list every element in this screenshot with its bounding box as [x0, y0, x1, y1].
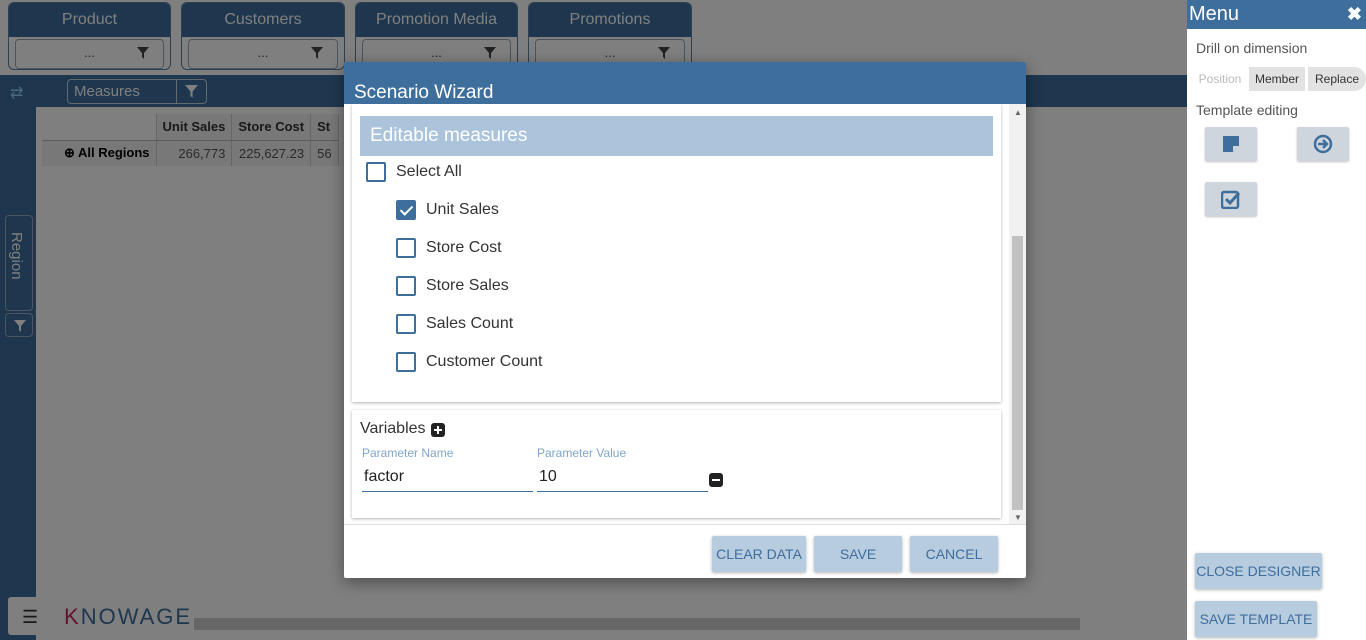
scroll-down-arrow-icon[interactable]: ▼ — [1014, 513, 1022, 522]
cancel-button[interactable]: CANCEL — [910, 536, 998, 572]
checkbox-label: Sales Count — [426, 315, 514, 332]
variables-title: Variables — [360, 420, 426, 437]
save-button[interactable]: SAVE — [814, 536, 902, 572]
save-template-button[interactable]: SAVE TEMPLATE — [1195, 601, 1317, 637]
checkbox-box[interactable] — [396, 238, 416, 258]
checkbox-label: Store Sales — [426, 277, 509, 294]
scenario-wizard-dialog: Scenario Wizard Editable measures Select… — [344, 62, 1026, 578]
edit-check-button[interactable] — [1205, 182, 1257, 216]
parameter-value-label: Parameter Value — [537, 446, 627, 460]
parameter-value-input[interactable] — [537, 462, 708, 492]
checkbox-label: Select All — [396, 163, 462, 180]
dialog-title: Scenario Wizard — [344, 62, 1026, 104]
drill-mode-toggle: Position Member Replace — [1195, 67, 1366, 91]
checkbox-box[interactable] — [396, 200, 416, 220]
checkbox-box[interactable] — [396, 314, 416, 334]
scroll-up-arrow-icon[interactable]: ▲ — [1014, 108, 1022, 117]
dialog-content: Editable measures Select All Unit Sales … — [344, 104, 1026, 524]
dialog-footer: CLEAR DATA SAVE CANCEL — [344, 524, 1026, 578]
drill-position-option[interactable]: Position — [1195, 67, 1245, 91]
drill-replace-option[interactable]: Replace — [1308, 67, 1366, 91]
checkbox-label: Store Cost — [426, 239, 502, 256]
close-designer-button[interactable]: CLOSE DESIGNER — [1195, 553, 1322, 589]
clear-data-button[interactable]: CLEAR DATA — [712, 536, 806, 572]
checkbox-box[interactable] — [396, 276, 416, 296]
editable-measures-card: Editable measures Select All Unit Sales … — [352, 104, 1001, 402]
section-title: Editable measures — [360, 116, 993, 156]
checkbox-box[interactable] — [396, 352, 416, 372]
navigate-button[interactable] — [1297, 127, 1349, 161]
add-variable-icon[interactable] — [431, 423, 445, 437]
menu-header: Menu ✖ — [1187, 0, 1366, 29]
checkbox-label: Customer Count — [426, 353, 543, 370]
checkbox-label: Unit Sales — [426, 201, 499, 218]
checkbox-edit-icon — [1221, 190, 1241, 209]
close-icon[interactable]: ✖ — [1347, 0, 1362, 29]
parameter-name-label: Parameter Name — [362, 446, 454, 460]
drill-label: Drill on dimension — [1196, 40, 1308, 56]
template-editing-label: Template editing — [1196, 102, 1298, 118]
menu-title: Menu — [1189, 3, 1240, 25]
checkbox-box[interactable] — [366, 162, 386, 182]
scroll-thumb[interactable] — [1012, 236, 1023, 510]
remove-variable-icon[interactable] — [709, 473, 723, 487]
dialog-scrollbar[interactable]: ▲ ▼ — [1009, 104, 1026, 524]
drill-member-option[interactable]: Member — [1249, 67, 1305, 91]
designer-menu-panel: Menu ✖ Drill on dimension Template editi… — [1187, 0, 1366, 640]
sticky-note-icon — [1223, 136, 1239, 152]
variables-card: Variables Parameter Name Parameter Value — [352, 410, 1001, 518]
parameter-name-input[interactable] — [362, 462, 533, 492]
note-button[interactable] — [1205, 127, 1257, 161]
arrow-circle-right-icon — [1313, 134, 1333, 154]
